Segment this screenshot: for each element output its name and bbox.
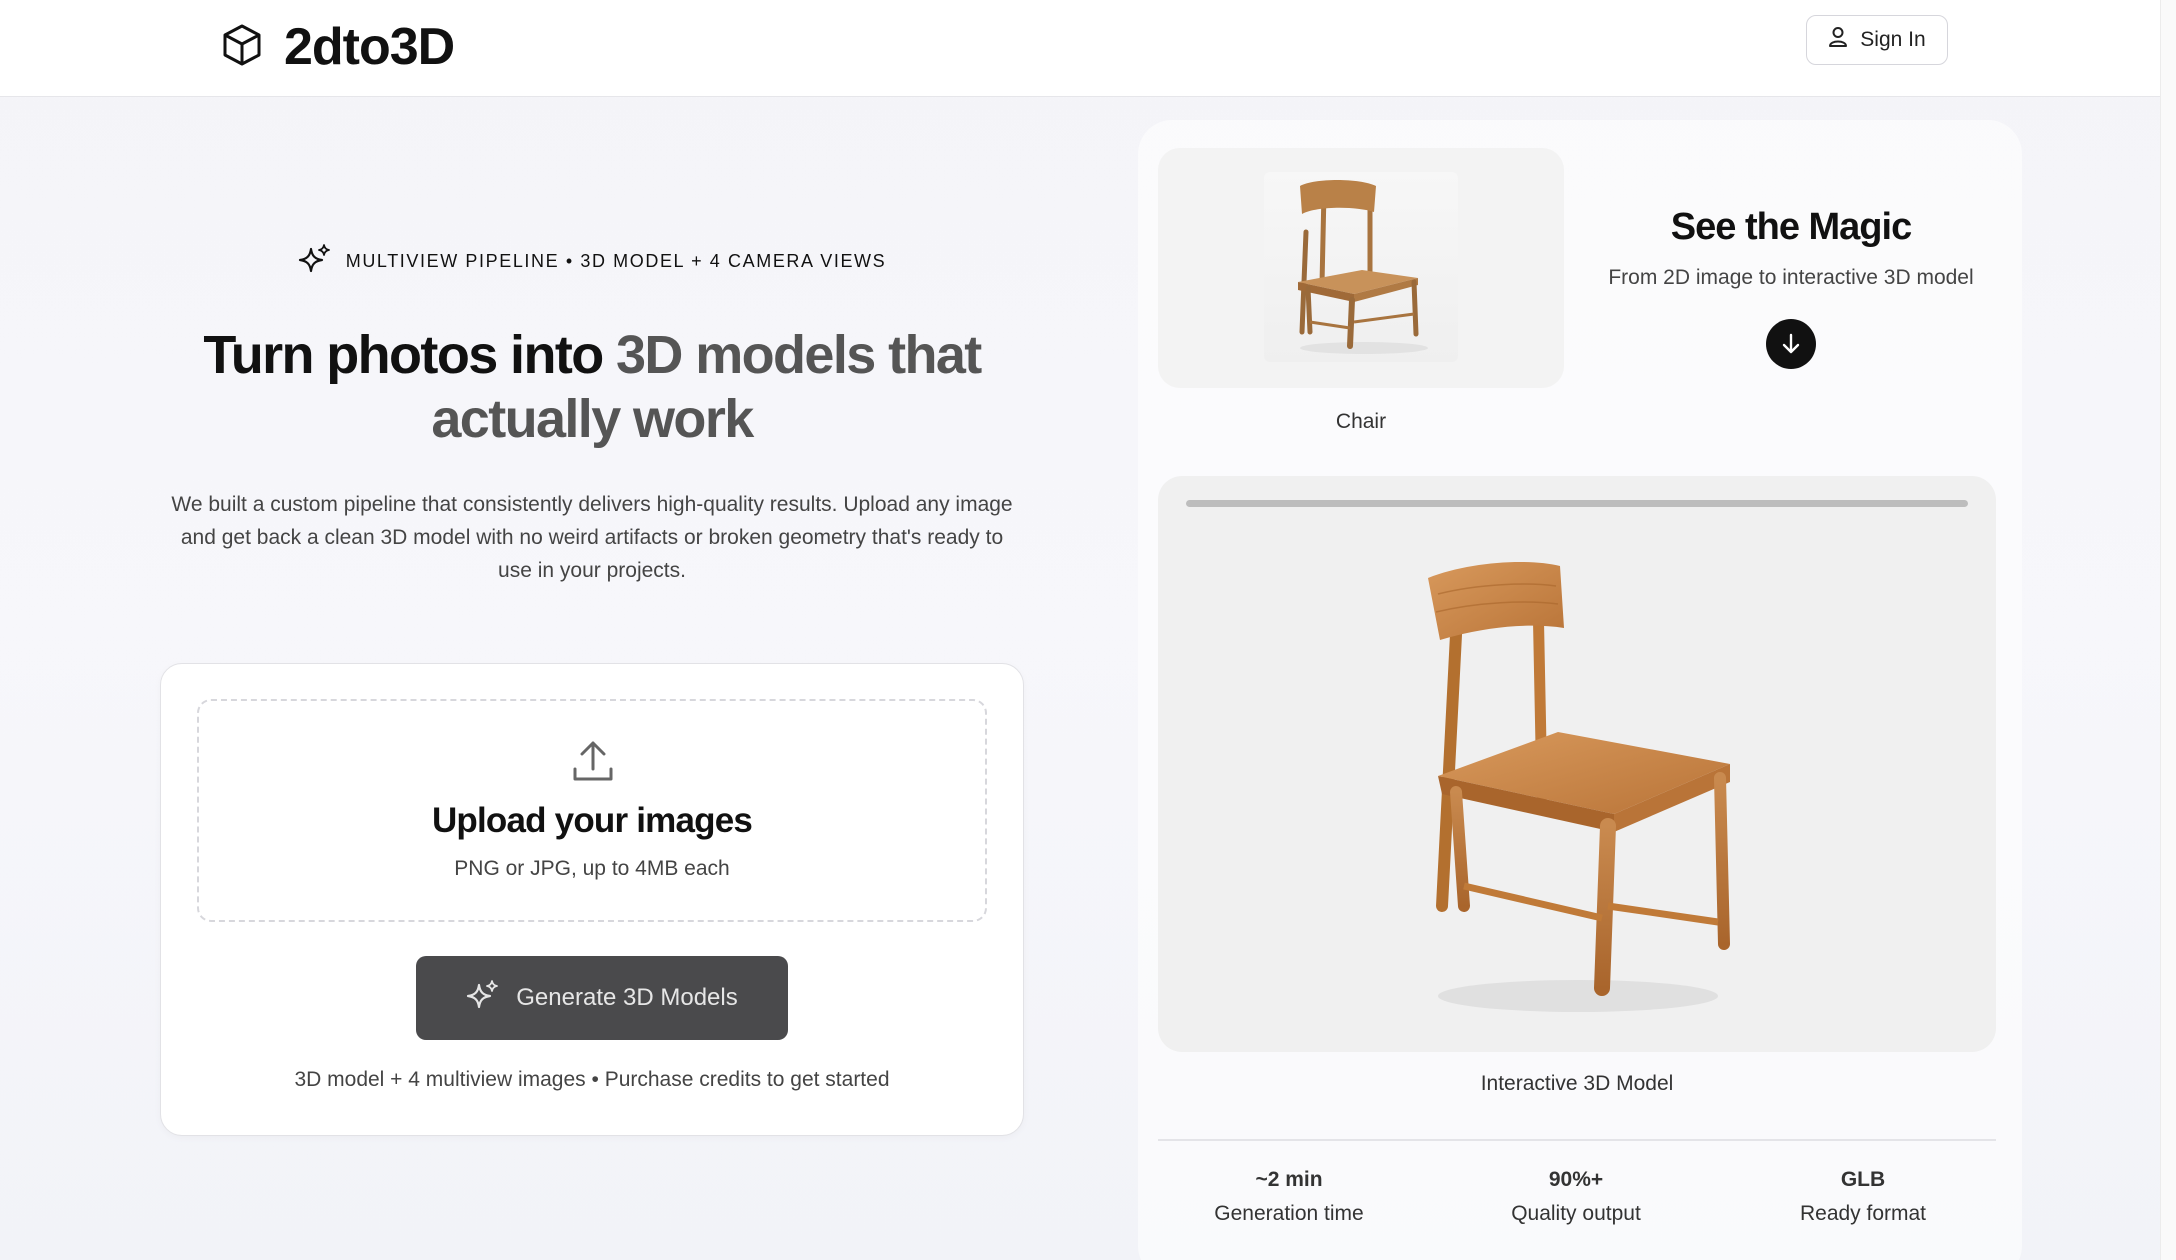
sparkles-icon	[298, 243, 332, 280]
arrow-down-icon[interactable]	[1766, 319, 1816, 369]
generate-3d-models-button[interactable]: Generate 3D Models	[416, 956, 788, 1040]
magic-subtitle: From 2D image to interactive 3D model	[1608, 266, 1974, 289]
stat-value: 90%+	[1548, 1168, 1604, 1191]
magic-title: See the Magic	[1670, 206, 1912, 248]
model-load-progress	[1186, 500, 1968, 507]
eyebrow-text: MULTIVIEW PIPELINE • 3D MODEL + 4 CAMERA…	[345, 251, 887, 271]
stat-quality-output: 90%+ Quality output	[1431, 1168, 1721, 1226]
sign-in-button[interactable]: Sign In	[1806, 15, 1948, 65]
generate-label: Generate 3D Models	[516, 984, 738, 1011]
stats-divider	[1158, 1139, 1996, 1141]
model-caption: Interactive 3D Model	[1480, 1072, 1674, 1095]
upload-footnote: 3D model + 4 multiview images • Purchase…	[294, 1068, 890, 1091]
stat-label: Generation time	[1214, 1202, 1364, 1225]
upload-subtitle: PNG or JPG, up to 4MB each	[454, 857, 730, 880]
model-load-progress-fill	[1186, 500, 1968, 507]
brand-name: 2dto3D	[284, 18, 455, 76]
chair-3d-model[interactable]	[1408, 556, 1748, 1041]
thumbnail-caption: Chair	[1335, 410, 1387, 433]
sparkles-icon	[466, 979, 500, 1018]
eyebrow: MULTIVIEW PIPELINE • 3D MODEL + 4 CAMERA…	[150, 243, 1034, 280]
user-icon	[1828, 26, 1848, 54]
input-image-card	[1158, 148, 1564, 388]
brand-logo[interactable]: 2dto3D	[220, 12, 455, 82]
upload-dropzone[interactable]: Upload your images PNG or JPG, up to 4MB…	[197, 699, 987, 922]
page-scrollbar[interactable]	[2160, 0, 2176, 1260]
interactive-3d-model-viewer[interactable]	[1158, 476, 1996, 1052]
upload-card: Upload your images PNG or JPG, up to 4MB…	[160, 663, 1024, 1136]
hero-description: We built a custom pipeline that consiste…	[171, 493, 1013, 582]
stat-value: ~2 min	[1255, 1168, 1323, 1191]
upload-icon	[571, 739, 615, 790]
stat-ready-format: GLB Ready format	[1718, 1168, 2008, 1226]
stat-label: Ready format	[1799, 1202, 1927, 1225]
stat-value: GLB	[1840, 1168, 1886, 1191]
chair-thumbnail-image	[1264, 172, 1458, 362]
top-header: 2dto3D Sign In	[0, 0, 2160, 97]
upload-title: Upload your images	[431, 801, 753, 840]
sign-in-label: Sign In	[1860, 28, 1926, 51]
cube-icon	[220, 22, 264, 73]
stat-generation-time: ~2 min Generation time	[1144, 1168, 1434, 1226]
page-headline: Turn photos into 3D models that actually…	[150, 323, 1034, 451]
headline-part-1: Turn photos into	[203, 325, 616, 385]
stat-label: Quality output	[1511, 1202, 1641, 1225]
